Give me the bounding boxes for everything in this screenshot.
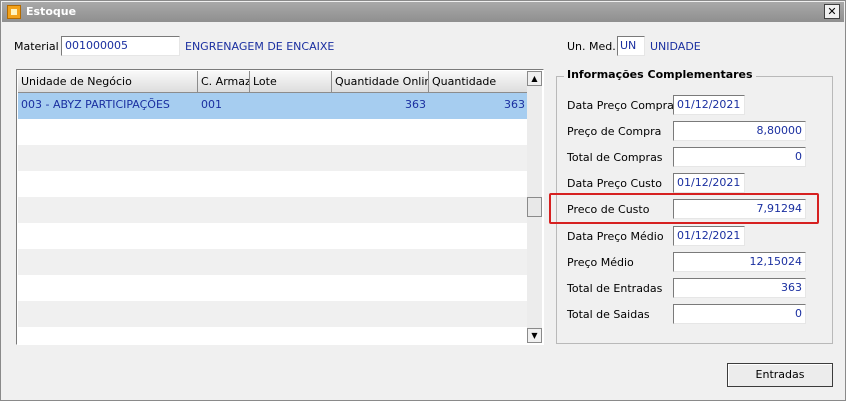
- total-saidas-field[interactable]: 0: [673, 304, 806, 324]
- material-code-field[interactable]: 001000005: [61, 36, 180, 56]
- empty-row: [18, 197, 528, 223]
- cell-qtd-online: 363: [405, 98, 426, 111]
- unit-label: Un. Med.: [567, 40, 616, 53]
- empty-row: [18, 327, 528, 343]
- total-compras-field[interactable]: 0: [673, 147, 806, 167]
- data-preco-medio-field[interactable]: 01/12/2021: [673, 226, 745, 246]
- grid-scrollbar[interactable]: ▲ ▼: [527, 71, 542, 343]
- close-button[interactable]: ✕: [824, 4, 840, 19]
- total-entradas-field[interactable]: 363: [673, 278, 806, 298]
- stock-grid[interactable]: Unidade de Negócio C. Armaz. Lote Quanti…: [16, 69, 544, 345]
- empty-row: [18, 275, 528, 301]
- empty-row: [18, 145, 528, 171]
- empty-row: [18, 223, 528, 249]
- cell-qtd: 363: [504, 98, 525, 111]
- preco-compra-label: Preço de Compra: [567, 125, 662, 138]
- unit-code-field[interactable]: UN: [617, 36, 645, 56]
- info-group-title: Informações Complementares: [564, 68, 756, 81]
- cell-armaz: 001: [201, 98, 222, 111]
- material-label: Material: [14, 40, 59, 53]
- entradas-button[interactable]: Entradas: [727, 363, 833, 387]
- grid-header: Unidade de Negócio C. Armaz. Lote Quanti…: [18, 71, 528, 93]
- estoque-window: Estoque ✕ Material 001000005 ENGRENAGEM …: [0, 0, 846, 401]
- scroll-up-icon[interactable]: ▲: [527, 71, 542, 86]
- app-icon: [7, 5, 21, 19]
- data-preco-custo-label: Data Preço Custo: [567, 177, 662, 190]
- cell-unidade: 003 - ABYZ PARTICIPAÇÕES: [21, 98, 170, 111]
- preco-compra-field[interactable]: 8,80000: [673, 121, 806, 141]
- data-preco-medio-label: Data Preço Médio: [567, 230, 664, 243]
- preco-medio-label: Preço Médio: [567, 256, 634, 269]
- column-header-lote[interactable]: Lote: [250, 71, 332, 93]
- column-header-qtd-online[interactable]: Quantidade Online: [332, 71, 429, 93]
- material-description: ENGRENAGEM DE ENCAIXE: [185, 40, 335, 53]
- unit-description: UNIDADE: [650, 40, 701, 53]
- window-title: Estoque: [26, 5, 77, 18]
- highlight-box: [549, 193, 819, 224]
- title-bar[interactable]: Estoque ✕: [2, 2, 844, 22]
- total-saidas-label: Total de Saidas: [567, 308, 650, 321]
- column-header-qtd[interactable]: Quantidade: [429, 71, 528, 93]
- table-row[interactable]: 003 - ABYZ PARTICIPAÇÕES 001 363 363: [18, 93, 528, 119]
- empty-row: [18, 301, 528, 327]
- empty-row: [18, 171, 528, 197]
- column-header-armaz[interactable]: C. Armaz.: [198, 71, 250, 93]
- empty-row: [18, 119, 528, 145]
- total-compras-label: Total de Compras: [567, 151, 663, 164]
- total-entradas-label: Total de Entradas: [567, 282, 663, 295]
- cell-lote: [250, 93, 332, 119]
- data-preco-compra-label: Data Preço Compra: [567, 99, 674, 112]
- empty-row: [18, 249, 528, 275]
- scroll-thumb[interactable]: [527, 197, 542, 217]
- data-preco-compra-field[interactable]: 01/12/2021: [673, 95, 745, 115]
- column-header-unidade[interactable]: Unidade de Negócio: [18, 71, 198, 93]
- data-preco-custo-field[interactable]: 01/12/2021: [673, 173, 745, 193]
- preco-medio-field[interactable]: 12,15024: [673, 252, 806, 272]
- scroll-down-icon[interactable]: ▼: [527, 328, 542, 343]
